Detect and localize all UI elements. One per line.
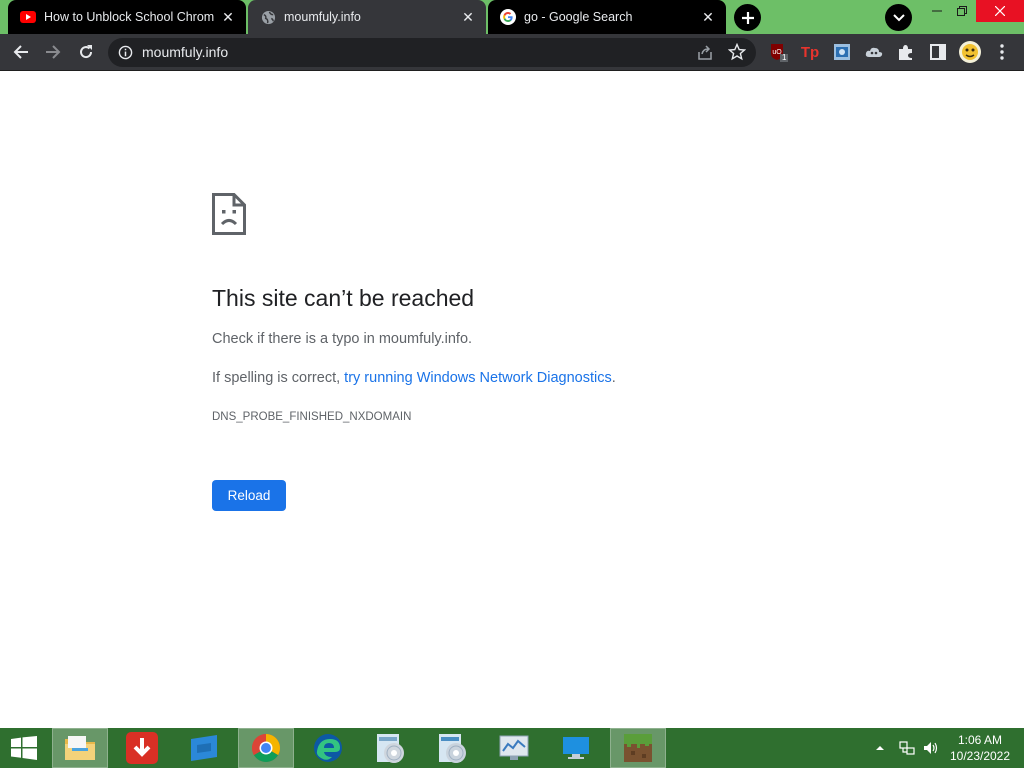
close-icon[interactable]: ✕ xyxy=(220,9,236,25)
tab-google-search[interactable]: go - Google Search ✕ xyxy=(488,0,726,34)
forward-button[interactable] xyxy=(40,39,66,65)
tab-search-button[interactable] xyxy=(885,4,912,31)
diagnostics-prefix: If spelling is correct, xyxy=(212,370,345,386)
clock-date: 10/23/2022 xyxy=(949,749,1011,763)
display-icon[interactable] xyxy=(548,728,604,768)
close-icon[interactable]: ✕ xyxy=(460,9,476,25)
restore-button[interactable] xyxy=(947,0,977,22)
browser-toolbar: moumfuly.info uO 1 Tp xyxy=(0,34,1024,71)
show-hidden-icons-chevron-up-icon[interactable] xyxy=(872,728,888,768)
chrome-icon[interactable] xyxy=(238,728,294,768)
close-icon xyxy=(995,6,1005,16)
tab-title: go - Google Search xyxy=(524,10,633,24)
share-icon xyxy=(698,45,712,60)
new-tab-button[interactable] xyxy=(734,4,761,31)
close-window-button[interactable] xyxy=(976,0,1024,22)
plus-icon xyxy=(741,11,754,24)
arrow-left-icon xyxy=(13,45,28,59)
monitor-app-icon[interactable] xyxy=(486,728,542,768)
google-icon xyxy=(500,9,516,25)
volume-icon[interactable] xyxy=(920,728,942,768)
restore-icon xyxy=(957,6,967,16)
error-code: DNS_PROBE_FINISHED_NXDOMAIN xyxy=(212,411,412,423)
network-icon[interactable] xyxy=(896,728,918,768)
close-icon[interactable]: ✕ xyxy=(700,9,716,25)
tab-title: How to Unblock School Chromeb xyxy=(44,10,214,24)
error-title: This site can’t be reached xyxy=(212,285,475,311)
chevron-down-icon xyxy=(892,13,905,21)
ublock-extension-icon[interactable]: uO 1 xyxy=(766,40,790,64)
windows-store-icon[interactable] xyxy=(176,728,232,768)
screenshot-extension-icon[interactable] xyxy=(830,40,854,64)
reload-toolbar-button[interactable] xyxy=(73,39,99,65)
error-typo-hint: Check if there is a typo in moumfuly.inf… xyxy=(212,331,473,347)
download-icon[interactable] xyxy=(114,728,170,768)
tab-title: moumfuly.info xyxy=(284,10,361,24)
taskbar: 1:06 AM 10/23/2022 xyxy=(0,728,1024,768)
minimize-icon xyxy=(932,10,942,12)
profile-avatar[interactable] xyxy=(958,40,982,64)
url-text[interactable]: moumfuly.info xyxy=(142,44,228,60)
address-bar[interactable]: moumfuly.info xyxy=(108,38,756,67)
cloud-extension-icon[interactable] xyxy=(862,40,886,64)
reload-button[interactable]: Reload xyxy=(212,480,286,511)
globe-icon xyxy=(260,9,276,25)
youtube-icon xyxy=(20,9,36,25)
disc-app-2-icon[interactable] xyxy=(424,728,480,768)
tab-moumfuly[interactable]: moumfuly.info ✕ xyxy=(248,0,486,34)
diagnostics-suffix: . xyxy=(611,370,616,386)
back-button[interactable] xyxy=(8,39,34,65)
minecraft-icon[interactable] xyxy=(610,728,666,768)
arrow-right-icon xyxy=(46,45,61,59)
side-panel-icon[interactable] xyxy=(926,40,950,64)
page-content xyxy=(0,71,1024,728)
tab-youtube[interactable]: How to Unblock School Chromeb ✕ xyxy=(8,0,246,34)
reload-icon xyxy=(80,45,93,59)
network-diagnostics-link[interactable]: try running Windows Network Diagnostics xyxy=(344,370,612,386)
disc-app-icon[interactable] xyxy=(362,728,418,768)
ublock-badge: 1 xyxy=(782,53,787,62)
system-clock[interactable]: 1:06 AM 10/23/2022 xyxy=(944,732,1016,764)
tp-extension-icon[interactable]: Tp xyxy=(798,40,822,64)
error-diagnostics-hint: If spelling is correct, try running Wind… xyxy=(212,370,616,386)
extensions-puzzle-icon[interactable] xyxy=(894,40,918,64)
bookmark-star-icon xyxy=(728,43,746,61)
edge-icon[interactable] xyxy=(300,728,356,768)
clock-time: 1:06 AM xyxy=(957,733,1003,747)
info-icon xyxy=(118,45,133,60)
tab-strip: How to Unblock School Chromeb ✕ moumfuly… xyxy=(0,0,1024,34)
windows-start-icon[interactable] xyxy=(0,728,48,768)
menu-kebab-icon[interactable] xyxy=(990,40,1014,64)
sad-document-icon xyxy=(212,193,246,235)
file-explorer-icon[interactable] xyxy=(52,728,108,768)
